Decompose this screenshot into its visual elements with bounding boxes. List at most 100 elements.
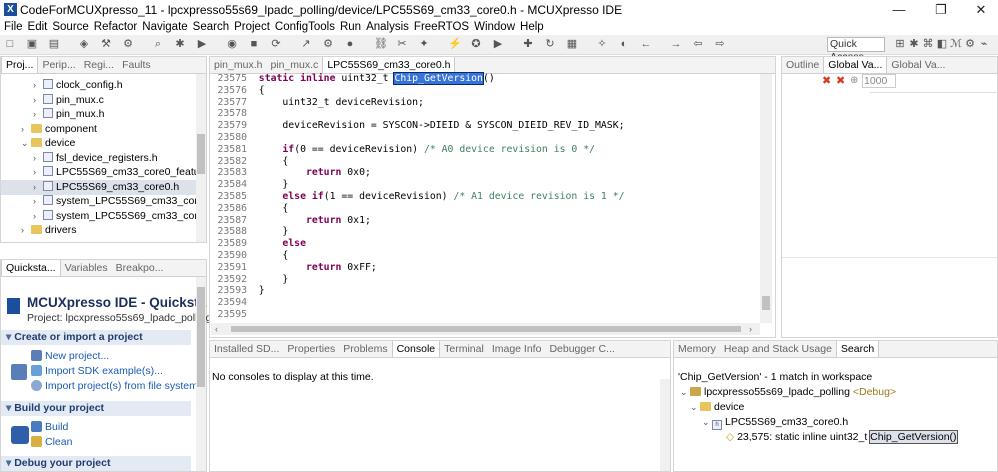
probe-icon[interactable]: ✪	[470, 38, 482, 50]
expand-arrow-icon[interactable]: ›	[33, 78, 43, 93]
expand-arrow-icon[interactable]: ›	[33, 165, 43, 180]
tab-variables[interactable]: Variables	[61, 260, 112, 276]
arrow-icon[interactable]: ↗	[300, 38, 312, 50]
tree-item[interactable]: › pin_mux.h	[1, 107, 198, 122]
config-perspective-icon[interactable]: ⚙	[964, 38, 976, 50]
expand-arrow-icon[interactable]: ›	[33, 107, 43, 122]
save-icon[interactable]: ▣	[26, 38, 38, 50]
perspective-icon[interactable]: ⊞	[894, 38, 906, 50]
c-perspective-icon[interactable]: ◧	[936, 38, 948, 50]
expand-arrow-icon[interactable]: ›	[33, 93, 43, 108]
new-icon[interactable]: □	[4, 38, 16, 50]
debug-pin-icon[interactable]: ✦	[418, 38, 430, 50]
tab-memory[interactable]: Memory	[674, 341, 720, 357]
debug-section[interactable]: ▾ Debug your project	[1, 456, 191, 471]
back-icon[interactable]: ←	[640, 38, 652, 50]
develop-perspective-icon[interactable]: ⌘	[922, 38, 934, 50]
expand-arrow-icon[interactable]: ⌄	[21, 136, 31, 151]
cut-icon[interactable]: ✂	[396, 38, 408, 50]
expand-arrow-icon[interactable]: ›	[33, 194, 43, 209]
import-fs-link[interactable]: Import project(s) from file system...	[31, 380, 207, 392]
hammer-icon[interactable]: ⚒	[100, 38, 112, 50]
tree-item[interactable]: › drivers	[1, 223, 198, 238]
tab-global-va[interactable]: Global Va...	[887, 57, 949, 73]
tree-item[interactable]: › pin_mux.c	[1, 93, 198, 108]
console-scrollbar[interactable]	[660, 379, 670, 471]
tab-console[interactable]: Console	[391, 341, 441, 357]
settings-icon[interactable]: ⚙	[122, 38, 134, 50]
tree-item[interactable]: ⌄ device	[1, 136, 198, 151]
menu-edit[interactable]: Edit	[23, 19, 48, 35]
tree-item[interactable]: › system_LPC55S69_cm33_core0.c	[1, 194, 206, 209]
scroll-right-icon[interactable]: ›	[749, 324, 752, 334]
power-perspective-icon[interactable]: ⌁	[978, 38, 990, 50]
tab-quicksta[interactable]: Quicksta...	[1, 260, 61, 276]
expand-arrow-icon[interactable]: ›	[21, 122, 31, 137]
search-icon[interactable]: ⌕	[152, 38, 164, 50]
build-link[interactable]: Build	[31, 421, 68, 433]
new-project-link[interactable]: New project...	[31, 350, 109, 362]
tab-lpc55s69-cm33-core0-h[interactable]: LPC55S69_cm33_core0.h	[322, 57, 456, 73]
tab-installed-sd[interactable]: Installed SD...	[210, 341, 283, 357]
menu-configtools[interactable]: ConfigTools	[270, 19, 335, 35]
remove-all-icon[interactable]: ✖	[836, 74, 845, 87]
tab-global-va[interactable]: Global Va...	[823, 57, 888, 73]
terminate-icon[interactable]: ■	[248, 38, 260, 50]
search-project-row[interactable]: ⌄ lpcxpresso55s69_lpadc_polling <Debug>	[680, 385, 896, 400]
tree-item[interactable]: › clock_config.h	[1, 78, 198, 93]
debug-perspective-icon[interactable]: ✱	[908, 38, 920, 50]
tab-debugger-c[interactable]: Debugger C...	[545, 341, 618, 357]
save-all-icon[interactable]: ▤	[48, 38, 60, 50]
scrollbar-thumb[interactable]	[762, 296, 770, 310]
tab-properties[interactable]: Properties	[283, 341, 339, 357]
close-button[interactable]: ✕	[966, 1, 996, 19]
bug-icon[interactable]: ✱	[174, 38, 186, 50]
debug-icon[interactable]: ◉	[226, 38, 238, 50]
tab-pin-mux-h[interactable]: pin_mux.h	[210, 57, 266, 73]
remove-icon[interactable]: ✖	[822, 74, 831, 87]
scrollbar-thumb[interactable]	[197, 134, 205, 174]
build-icon[interactable]: ◈	[78, 38, 90, 50]
menu-window[interactable]: Window	[469, 19, 515, 35]
tab-breakpo[interactable]: Breakpo...	[112, 260, 168, 276]
plus-icon[interactable]: ✚	[522, 38, 534, 50]
quick-access-input[interactable]: Quick Access	[827, 37, 885, 63]
tree-item[interactable]: › system_LPC55S69_cm33_core0.h	[1, 209, 206, 224]
tab-pin-mux-c[interactable]: pin_mux.c	[266, 57, 322, 73]
tab-terminal[interactable]: Terminal	[440, 341, 488, 357]
search-file-row[interactable]: ⌄ h LPC55S69_cm33_core0.h	[702, 415, 848, 430]
refresh-icon[interactable]: ⟳	[270, 38, 282, 50]
scrollbar-thumb[interactable]	[197, 287, 205, 387]
quickstart-scrollbar[interactable]	[196, 277, 206, 471]
nav-back-icon[interactable]: ⇦	[692, 38, 704, 50]
search-match-row[interactable]: ◇ 23,575: static inline uint32_t Chip_Get…	[726, 430, 958, 445]
stop-icon[interactable]: ●	[344, 38, 356, 50]
nav-forward-icon[interactable]: ⇨	[714, 38, 726, 50]
link-icon[interactable]: ⛓	[374, 38, 388, 50]
add-icon[interactable]: ⊕	[850, 75, 858, 86]
search-folder-row[interactable]: ⌄ device	[690, 400, 744, 415]
editor-vscrollbar[interactable]	[760, 74, 772, 323]
tab-regi[interactable]: Regi...	[80, 57, 118, 73]
flash-icon[interactable]: ⚡	[448, 38, 462, 50]
wand-icon[interactable]: ✧	[596, 38, 608, 50]
play-icon[interactable]: ▶	[492, 38, 504, 50]
build-section[interactable]: ▾ Build your project	[1, 401, 191, 416]
create-import-section[interactable]: ▾ Create or import a project	[1, 330, 191, 345]
menu-refactor[interactable]: Refactor	[89, 19, 137, 35]
tab-faults[interactable]: Faults	[118, 57, 155, 73]
scrollbar-thumb[interactable]	[231, 326, 741, 332]
tab-heap-and-stack-usage[interactable]: Heap and Stack Usage	[720, 341, 836, 357]
minimize-button[interactable]: —	[884, 1, 914, 19]
tree-item[interactable]: › fsl_device_registers.h	[1, 151, 198, 166]
expand-arrow-icon[interactable]: ›	[33, 180, 43, 195]
chip-icon[interactable]: ▦	[566, 38, 578, 50]
menu-run[interactable]: Run	[335, 19, 361, 35]
editor-hscrollbar[interactable]: ‹ ›	[211, 323, 760, 335]
menu-help[interactable]: Help	[515, 19, 544, 35]
code-editor[interactable]: 23575 static inline uint32_t Chip_GetVer…	[211, 72, 776, 323]
menu-analysis[interactable]: Analysis	[361, 19, 409, 35]
menu-freertos[interactable]: FreeRTOS	[409, 19, 469, 35]
menu-file[interactable]: File	[0, 19, 23, 35]
menu-project[interactable]: Project	[229, 19, 270, 35]
